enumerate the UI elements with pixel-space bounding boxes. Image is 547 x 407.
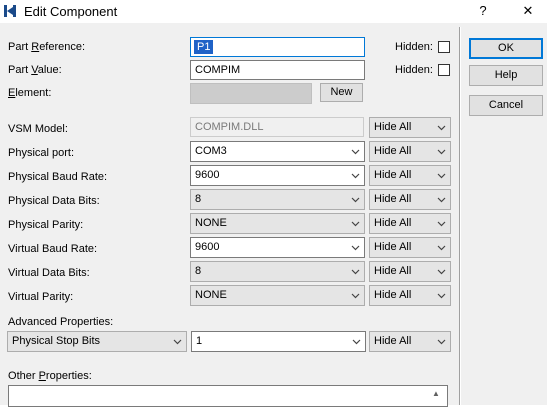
- property-value-select[interactable]: COM3: [190, 141, 365, 162]
- property-value-text: 8: [195, 193, 202, 205]
- property-label: Virtual Baud Rate:: [8, 243, 98, 255]
- property-visibility-text: Hide All: [374, 193, 412, 205]
- chevron-down-icon: [351, 149, 360, 155]
- hidden-value-checkbox[interactable]: [438, 64, 450, 76]
- scroll-up-icon[interactable]: ▲: [432, 389, 440, 398]
- property-visibility-select[interactable]: Hide All: [369, 117, 451, 138]
- vertical-separator: [459, 27, 461, 405]
- chevron-down-icon: [351, 245, 360, 251]
- property-visibility-text: Hide All: [374, 121, 412, 133]
- hidden-label: Hidden:: [395, 64, 433, 76]
- property-visibility-text: Hide All: [374, 145, 412, 157]
- element-label: Element:: [8, 87, 52, 99]
- property-visibility-text: Hide All: [374, 265, 412, 277]
- property-visibility-select[interactable]: Hide All: [369, 165, 451, 186]
- part-reference-value: P1: [194, 40, 214, 54]
- part-value-input[interactable]: COMPIM: [190, 60, 365, 80]
- property-visibility-select[interactable]: Hide All: [369, 285, 451, 306]
- property-value-text: 9600: [195, 169, 220, 181]
- property-label: VSM Model:: [8, 123, 68, 135]
- chevron-down-icon: [437, 339, 446, 345]
- chevron-down-icon: [351, 293, 360, 299]
- property-value-text: NONE: [195, 217, 227, 229]
- advanced-visibility-text: Hide All: [374, 335, 412, 347]
- other-properties-textarea[interactable]: [8, 385, 448, 407]
- property-label: Physical Parity:: [8, 219, 84, 231]
- component-app-icon: [3, 4, 17, 21]
- ok-button[interactable]: OK: [469, 38, 543, 59]
- property-value-select[interactable]: NONE: [190, 213, 365, 234]
- property-label: Physical Data Bits:: [8, 195, 100, 207]
- edit-component-dialog: Edit Component ? ✕ Part Reference: P1 Hi…: [0, 0, 547, 407]
- chevron-down-icon: [437, 197, 446, 203]
- window-title: Edit Component: [24, 4, 118, 19]
- chevron-down-icon: [351, 173, 360, 179]
- chevron-down-icon: [351, 269, 360, 275]
- help-title-button[interactable]: ?: [468, 1, 498, 21]
- close-button[interactable]: ✕: [513, 1, 543, 21]
- property-value-text: COM3: [195, 145, 227, 157]
- property-value-field[interactable]: COMPIM.DLL: [190, 117, 364, 137]
- part-reference-label: Part Reference:: [8, 41, 86, 53]
- property-visibility-text: Hide All: [374, 241, 412, 253]
- help-button[interactable]: Help: [469, 65, 543, 86]
- chevron-down-icon: [352, 339, 361, 345]
- property-label: Virtual Parity:: [8, 291, 74, 303]
- property-value-select[interactable]: 8: [190, 261, 365, 282]
- advanced-value-text: 1: [196, 335, 203, 347]
- property-visibility-text: Hide All: [374, 217, 412, 229]
- advanced-property-value[interactable]: 1: [191, 331, 366, 352]
- element-select[interactable]: [190, 83, 312, 104]
- property-label: Physical port:: [8, 147, 75, 159]
- property-value-select[interactable]: NONE: [190, 285, 365, 306]
- chevron-down-icon: [437, 221, 446, 227]
- property-visibility-select[interactable]: Hide All: [369, 237, 451, 258]
- new-button[interactable]: New: [320, 83, 363, 102]
- property-value-select[interactable]: 9600: [190, 165, 365, 186]
- advanced-property-select[interactable]: Physical Stop Bits: [7, 331, 187, 352]
- chevron-down-icon: [351, 221, 360, 227]
- chevron-down-icon: [437, 245, 446, 251]
- cancel-button[interactable]: Cancel: [469, 95, 543, 116]
- advanced-properties-label: Advanced Properties:: [8, 316, 114, 328]
- chevron-down-icon: [173, 339, 182, 345]
- advanced-property-name: Physical Stop Bits: [12, 335, 101, 347]
- other-properties-label: Other Properties:: [8, 370, 92, 382]
- property-label: Virtual Data Bits:: [8, 267, 90, 279]
- chevron-down-icon: [437, 269, 446, 275]
- property-value-text: 8: [195, 265, 202, 277]
- property-visibility-text: Hide All: [374, 169, 412, 181]
- property-value-text: 9600: [195, 241, 220, 253]
- hidden-label: Hidden:: [395, 41, 433, 53]
- chevron-down-icon: [437, 293, 446, 299]
- chevron-down-icon: [437, 173, 446, 179]
- part-reference-input[interactable]: P1: [190, 37, 365, 57]
- chevron-down-icon: [351, 197, 360, 203]
- property-visibility-select[interactable]: Hide All: [369, 189, 451, 210]
- property-label: Physical Baud Rate:: [8, 171, 108, 183]
- property-value-text: NONE: [195, 289, 227, 301]
- property-visibility-select[interactable]: Hide All: [369, 141, 451, 162]
- title-bar: Edit Component ? ✕: [0, 0, 547, 23]
- property-value-select[interactable]: 9600: [190, 237, 365, 258]
- hidden-reference-checkbox[interactable]: [438, 41, 450, 53]
- advanced-visibility-select[interactable]: Hide All: [369, 331, 451, 352]
- property-visibility-select[interactable]: Hide All: [369, 261, 451, 282]
- part-value-label: Part Value:: [8, 64, 62, 76]
- property-visibility-select[interactable]: Hide All: [369, 213, 451, 234]
- chevron-down-icon: [437, 149, 446, 155]
- property-value-select[interactable]: 8: [190, 189, 365, 210]
- chevron-down-icon: [437, 125, 446, 131]
- property-visibility-text: Hide All: [374, 289, 412, 301]
